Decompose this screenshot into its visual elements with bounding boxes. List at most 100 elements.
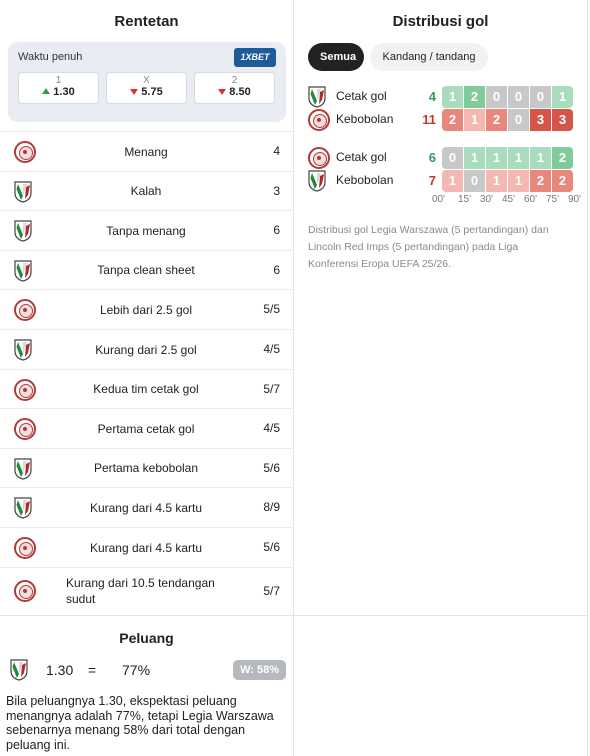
streak-row: Pertama cetak gol 4/5 [0, 408, 294, 447]
legia-crest-icon [14, 339, 32, 361]
goal-interval-cell: 0 [508, 109, 529, 131]
distribution-row-label: Cetak gol [336, 89, 387, 103]
goal-interval-cell: 1 [486, 170, 507, 192]
goal-interval-cell: 0 [486, 86, 507, 108]
goal-interval-cell: 1 [508, 147, 529, 169]
lincoln-crest-icon [14, 537, 36, 559]
streak-row: Kurang dari 4.5 kartu 8/9 [0, 487, 294, 526]
goal-interval-cell: 1 [442, 170, 463, 192]
streak-row: Kalah 3 [0, 170, 294, 210]
streak-value: 4/5 [263, 421, 280, 436]
goal-interval-cell: 0 [442, 147, 463, 169]
peluang-odds: 1.30 [46, 662, 74, 678]
legia-crest-icon [308, 86, 326, 108]
goal-interval-cell: 2 [464, 86, 485, 108]
lincoln-crest-icon [14, 418, 36, 441]
goal-interval-cell: 0 [530, 86, 551, 108]
streak-row: Tanpa clean sheet 6 [0, 249, 294, 289]
streak-value: 5/5 [263, 302, 280, 317]
bookmaker-logo[interactable]: 1XBET [234, 48, 276, 67]
trend-down-icon [130, 89, 139, 95]
minute-tick: 60' [523, 194, 538, 205]
distribution-row-label: Cetak gol [336, 150, 387, 164]
tab-all[interactable]: Semua [308, 43, 364, 71]
streak-label: Menang [124, 144, 168, 159]
odd-home-value: 1.30 [53, 86, 75, 98]
distribution-row: Kebobolan 7 1 0 1 1 2 2 [308, 170, 574, 192]
legia-crest-icon [14, 180, 32, 203]
legia-crest-icon [14, 458, 32, 480]
empty-panel [294, 615, 588, 756]
odd-home-button[interactable]: 1 1.30 [18, 72, 99, 104]
peluang-description: Bila peluangnya 1.30, ekspektasi peluang… [6, 694, 274, 752]
lincoln-crest-icon [308, 147, 330, 169]
distribution-total: 6 [428, 150, 436, 165]
streak-label: Kurang dari 2.5 gol [95, 342, 197, 357]
peluang-equals: = [88, 662, 97, 678]
streak-label: Kurang dari 4.5 kartu [89, 540, 203, 555]
streak-value: 5/7 [263, 381, 280, 396]
streak-value: 5/7 [263, 583, 280, 598]
streak-row: Tanpa menang 6 [0, 210, 294, 249]
streak-label: Tanpa clean sheet [97, 263, 195, 278]
minute-tick: 00' [432, 194, 446, 205]
peluang-row: 1.30 = 77% W: 58% [10, 657, 286, 683]
legia-crest-icon [10, 659, 28, 681]
distribution-row-label: Kebobolan [336, 173, 394, 187]
distribution-row: Kebobolan 11 2 1 2 0 3 3 [308, 109, 574, 131]
legia-crest-icon [308, 170, 326, 192]
goal-interval-cell: 1 [552, 86, 573, 108]
distribution-row: Cetak gol 4 1 2 0 0 0 1 [308, 86, 574, 108]
odd-draw-button[interactable]: X 5.75 [106, 72, 187, 104]
peluang-title: Peluang [119, 630, 174, 646]
streak-label: Lebih dari 2.5 gol [99, 302, 193, 317]
minute-tick: 15' [457, 194, 472, 205]
legia-crest-icon [14, 220, 32, 242]
streak-label: Kedua tim cetak gol [93, 382, 199, 397]
lincoln-crest-icon [14, 378, 36, 401]
distribution-total: 11 [422, 112, 436, 127]
streak-label: Tanpa menang [106, 223, 186, 238]
goal-interval-cell: 0 [464, 170, 485, 192]
streaks-panel: Rentetan Waktu penuh 1XBET 1 1.30 X 5.75… [0, 0, 294, 615]
tab-home-away[interactable]: Kandang / tandang [370, 43, 488, 71]
odds-box: Waktu penuh 1XBET 1 1.30 X 5.75 2 8.50 [8, 42, 286, 122]
odd-away-value: 8.50 [229, 86, 251, 98]
streak-label: Kurang dari 4.5 kartu [89, 500, 203, 515]
minute-tick: 75' [545, 194, 560, 205]
distribution-title: Distribusi gol [392, 13, 489, 30]
goal-interval-cell: 1 [530, 147, 551, 169]
legia-crest-icon [14, 497, 32, 520]
minute-tick: 45' [501, 194, 516, 205]
legia-crest-icon [14, 260, 32, 282]
goal-interval-cell: 1 [442, 86, 463, 108]
goal-interval-cell: 3 [552, 109, 573, 131]
odd-draw-label: X [143, 75, 150, 86]
streak-value: 8/9 [263, 500, 280, 515]
minute-tick: 90' [567, 194, 582, 205]
odd-away-button[interactable]: 2 8.50 [194, 72, 275, 104]
win-rate-badge: W: 58% [233, 660, 286, 680]
peluang-panel: Peluang 1.30 = 77% W: 58% Bila peluangny… [0, 615, 294, 756]
streak-row: Kurang dari 4.5 kartu 5/6 [0, 527, 294, 566]
streak-label: Pertama cetak gol [97, 421, 195, 436]
goal-interval-cell: 1 [464, 109, 485, 131]
streak-value: 6 [273, 223, 280, 238]
minute-axis: 00' 15' 30' 45' 60' 75' 90' [432, 194, 586, 205]
odd-away-label: 2 [231, 75, 238, 86]
goal-interval-cell: 2 [552, 147, 573, 169]
goal-interval-cell: 2 [486, 109, 507, 131]
streak-value: 4/5 [263, 342, 280, 356]
streaks-title: Rentetan [114, 13, 179, 30]
goal-interval-cell: 1 [464, 147, 485, 169]
odd-home-label: 1 [55, 75, 62, 86]
goal-interval-cell: 2 [530, 170, 551, 192]
streak-row: Kedua tim cetak gol 5/7 [0, 368, 294, 408]
lincoln-crest-icon [14, 299, 36, 322]
streak-value: 6 [273, 262, 280, 277]
streak-row: Menang 4 [0, 131, 294, 170]
streak-value: 5/6 [263, 540, 280, 554]
odd-draw-value: 5.75 [141, 86, 163, 98]
streak-row: Kurang dari 10.5 tendangan sudut 5/7 [0, 566, 294, 613]
streak-label: Pertama kebobolan [93, 461, 199, 476]
